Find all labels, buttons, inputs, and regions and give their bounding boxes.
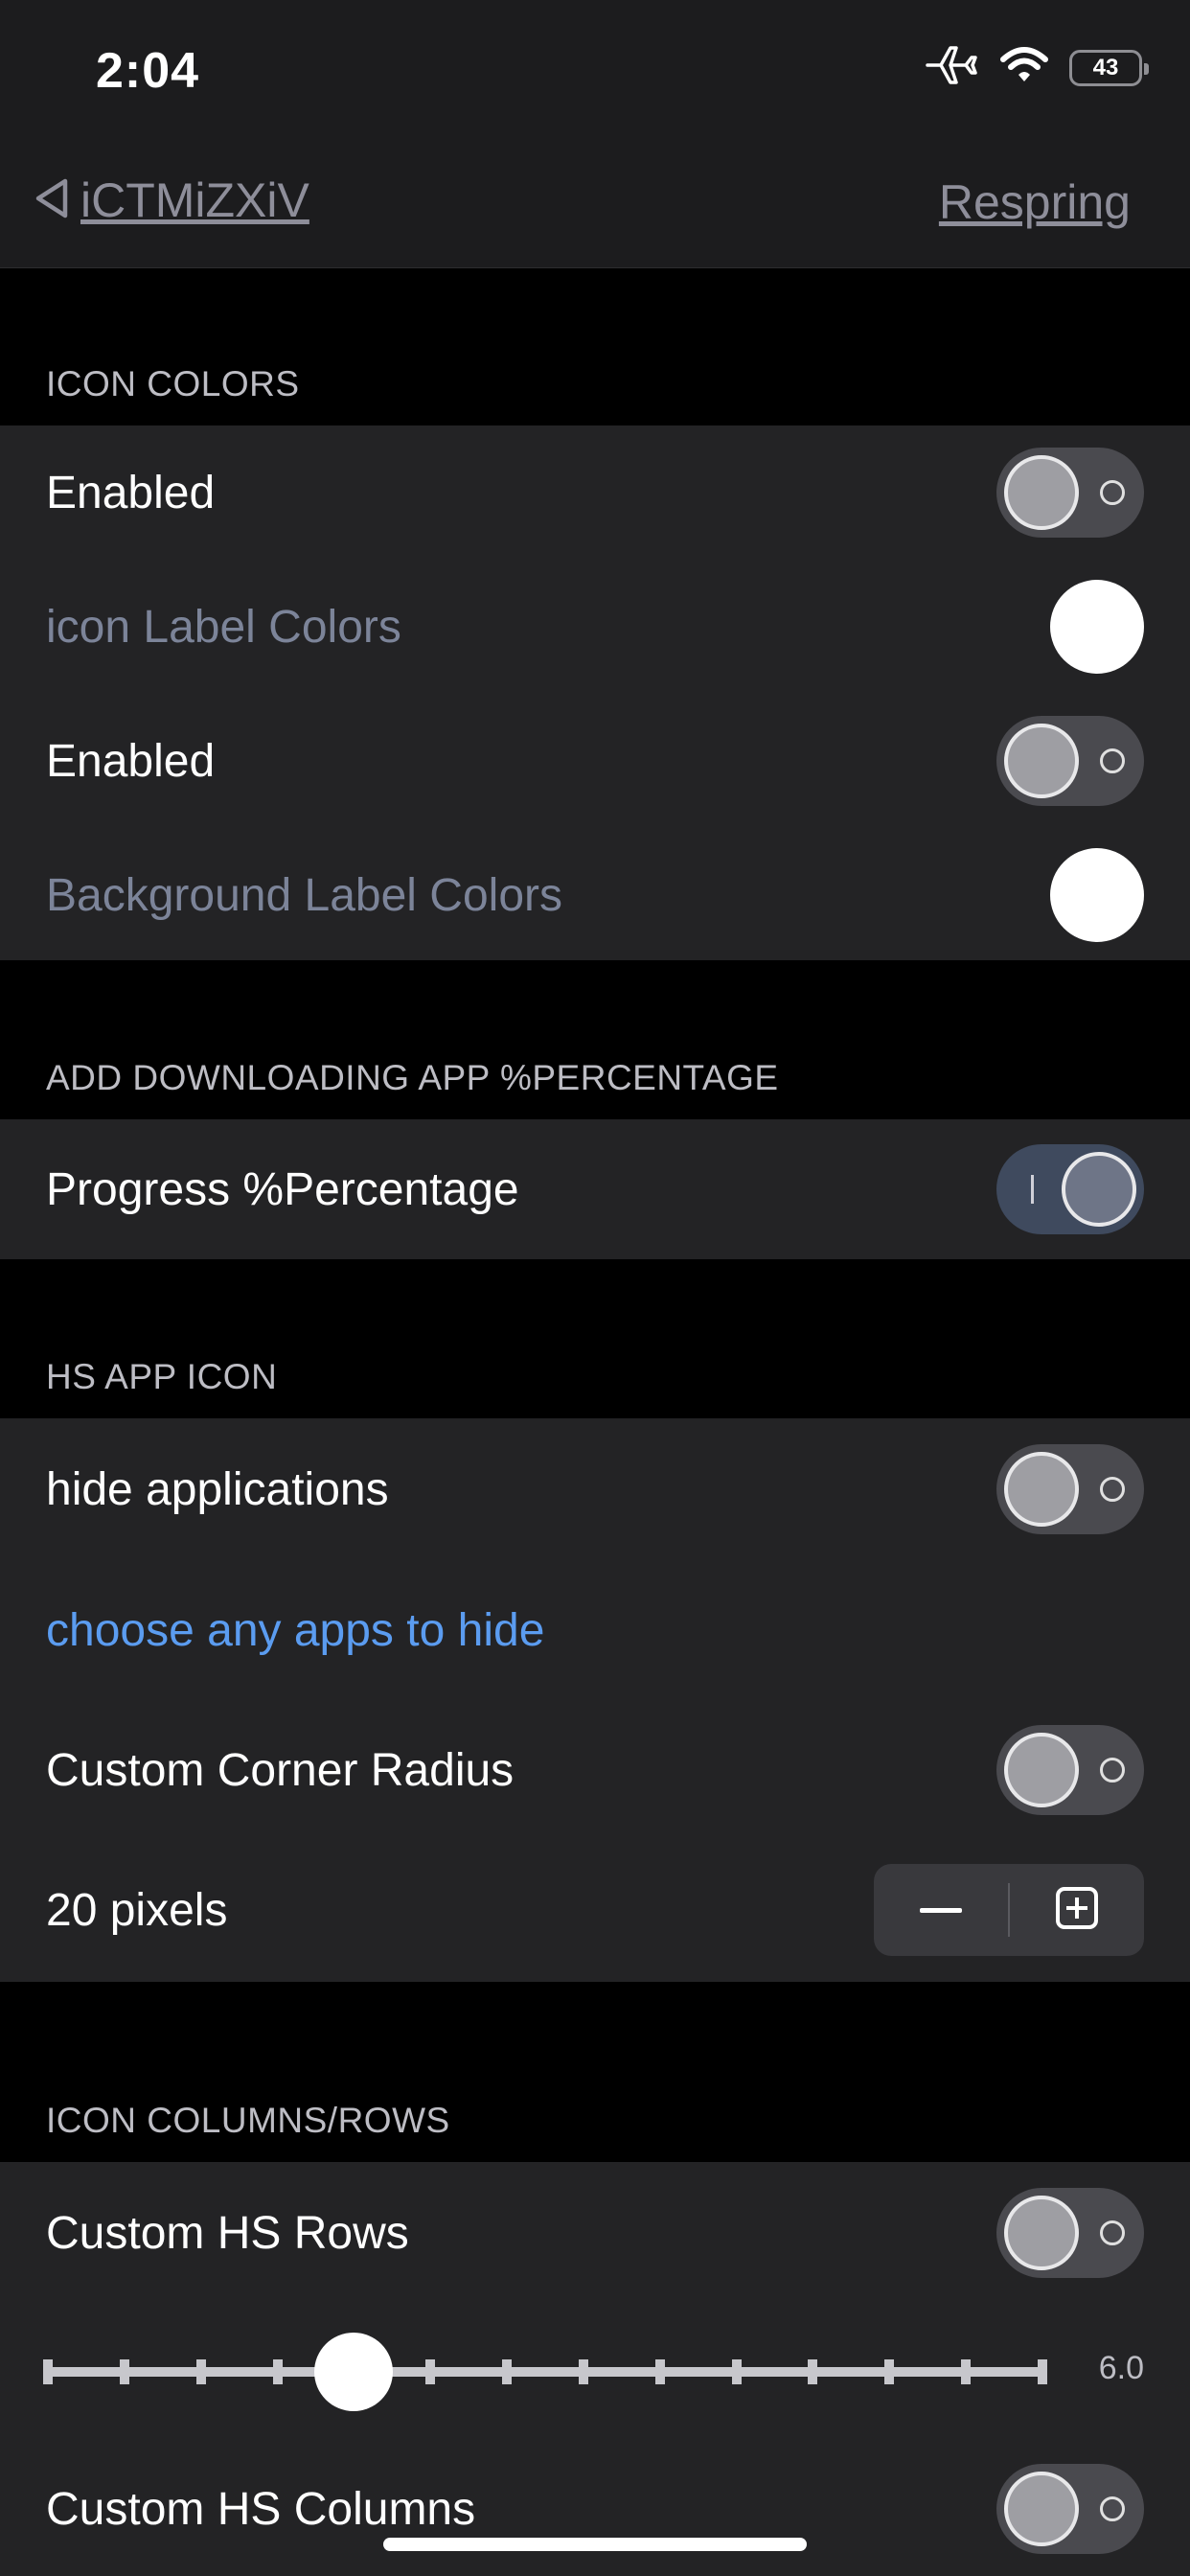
battery-icon: 43: [1069, 49, 1149, 86]
row-label: Background Label Colors: [46, 869, 562, 921]
toggle-off-mark: [1100, 1477, 1125, 1502]
slider-tick: [654, 2359, 665, 2384]
row-icon-colors-enabled: Enabled: [0, 426, 1190, 560]
toggle-knob: [1004, 455, 1079, 530]
toggle-knob: [1004, 2196, 1079, 2270]
toggle-knob: [1062, 1152, 1136, 1227]
row-label: Enabled: [46, 467, 216, 518]
progress-percentage-toggle[interactable]: [996, 1144, 1144, 1234]
group-columns-rows: Custom HS Rows 6.0 Custom HS Columns: [0, 2162, 1190, 2576]
stepper-decrement-button[interactable]: [874, 1864, 1008, 1956]
slider-tick: [425, 2359, 436, 2384]
row-choose-apps-link[interactable]: choose any apps to hide: [0, 1560, 1190, 1700]
row-custom-hs-columns: Custom HS Columns: [0, 2438, 1190, 2576]
custom-hs-columns-toggle[interactable]: [996, 2464, 1144, 2554]
slider-track: [43, 2359, 1047, 2384]
toggle-knob: [1004, 1452, 1079, 1527]
background-colors-enabled-toggle[interactable]: [996, 716, 1144, 806]
row-hide-applications: hide applications: [0, 1418, 1190, 1560]
stepper-increment-button[interactable]: [1010, 1864, 1144, 1956]
toggle-on-mark: [1031, 1175, 1034, 1204]
group-icon-colors: Enabled icon Label Colors Enabled Backgr…: [0, 426, 1190, 960]
row-label: hide applications: [46, 1463, 389, 1515]
navigation-bar: iCTMiZXiV Respring: [0, 144, 1190, 268]
row-background-enabled: Enabled: [0, 694, 1190, 828]
toggle-knob: [1004, 724, 1079, 798]
row-label: Progress %Percentage: [46, 1163, 519, 1215]
slider-tick: [43, 2359, 53, 2384]
row-label: Custom Corner Radius: [46, 1744, 515, 1796]
background-label-color-well[interactable]: [1050, 848, 1144, 942]
toggle-knob: [1004, 1733, 1079, 1807]
back-arrow-icon: [33, 176, 71, 225]
slider-tick: [578, 2359, 588, 2384]
slider-tick: [502, 2359, 513, 2384]
custom-hs-rows-toggle[interactable]: [996, 2188, 1144, 2278]
status-icons: 43: [924, 44, 1149, 91]
toggle-off-mark: [1100, 2220, 1125, 2245]
respring-button[interactable]: Respring: [939, 174, 1131, 230]
section-header-downloading: ADD DOWNLOADING APP %PERCENTAGE: [46, 1058, 779, 1097]
slider-tick: [961, 2359, 972, 2384]
home-indicator[interactable]: [383, 2538, 807, 2551]
hide-applications-toggle[interactable]: [996, 1444, 1144, 1534]
icon-label-color-well[interactable]: [1050, 580, 1144, 674]
back-button[interactable]: iCTMiZXiV: [33, 172, 309, 228]
group-downloading: Progress %Percentage: [0, 1119, 1190, 1259]
row-custom-corner-radius: Custom Corner Radius: [0, 1700, 1190, 1840]
slider-tick: [884, 2359, 895, 2384]
toggle-off-mark: [1100, 2496, 1125, 2521]
row-background-label-colors[interactable]: Background Label Colors: [0, 828, 1190, 962]
section-header-icon-colors: ICON COLORS: [46, 364, 300, 403]
airplane-icon: [924, 44, 979, 91]
section-header-columns-rows: ICON COLUMNS/ROWS: [46, 2101, 450, 2140]
slider-tick: [272, 2359, 283, 2384]
corner-radius-stepper: [874, 1864, 1144, 1956]
corner-radius-value: 20 pixels: [46, 1884, 228, 1936]
slider-thumb[interactable]: [314, 2333, 394, 2411]
choose-apps-link[interactable]: choose any apps to hide: [46, 1604, 544, 1657]
row-label: Enabled: [46, 735, 216, 787]
row-icon-label-colors[interactable]: icon Label Colors: [0, 560, 1190, 694]
section-header-hs-app-icon: HS APP ICON: [46, 1357, 278, 1396]
battery-level: 43: [1092, 54, 1119, 80]
toggle-knob: [1004, 2472, 1079, 2546]
plus-square-icon: [1055, 1886, 1099, 1935]
row-corner-radius-pixels: 20 pixels: [0, 1840, 1190, 1980]
row-label: Custom HS Columns: [46, 2483, 476, 2535]
status-time: 2:04: [96, 43, 200, 99]
minus-icon: [920, 1901, 962, 1919]
rows-slider[interactable]: [0, 2333, 1190, 2411]
row-label: Custom HS Rows: [46, 2207, 409, 2259]
status-bar: 2:04 43: [0, 0, 1190, 144]
back-label: iCTMiZXiV: [80, 173, 309, 227]
row-rows-slider: 6.0: [0, 2304, 1190, 2438]
icon-colors-enabled-toggle[interactable]: [996, 448, 1144, 538]
slider-tick: [1038, 2359, 1047, 2384]
slider-value: 6.0: [1098, 2350, 1144, 2386]
slider-tick: [808, 2359, 818, 2384]
row-progress-percentage: Progress %Percentage: [0, 1119, 1190, 1259]
slider-tick: [195, 2359, 206, 2384]
slider-tick: [119, 2359, 129, 2384]
row-custom-hs-rows: Custom HS Rows: [0, 2162, 1190, 2304]
toggle-off-mark: [1100, 748, 1125, 773]
toggle-off-mark: [1100, 480, 1125, 505]
custom-corner-radius-toggle[interactable]: [996, 1725, 1144, 1815]
group-hs-app-icon: hide applications choose any apps to hid…: [0, 1418, 1190, 1982]
slider-tick: [731, 2359, 742, 2384]
toggle-off-mark: [1100, 1758, 1125, 1782]
wifi-icon: [1000, 46, 1048, 89]
row-label: icon Label Colors: [46, 601, 401, 653]
